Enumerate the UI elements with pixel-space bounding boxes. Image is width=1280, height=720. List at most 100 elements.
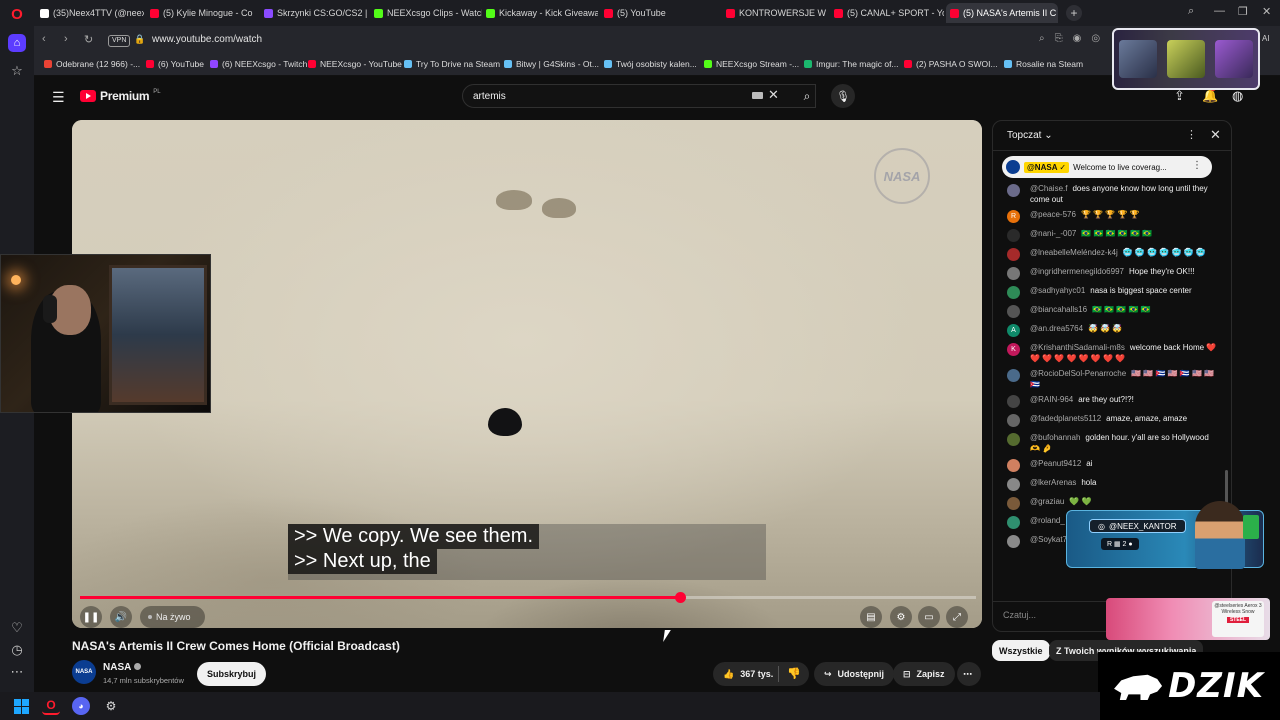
maximize-icon[interactable]: ❐	[1238, 5, 1248, 18]
subtitles-icon[interactable]: ▤	[860, 606, 882, 628]
heart-icon[interactable]: ♡	[8, 619, 26, 637]
chat-author[interactable]: @RocioDelSol-Penarroche	[1030, 369, 1126, 378]
ai-label[interactable]: AI	[1262, 34, 1270, 43]
keyboard-icon[interactable]	[752, 92, 763, 99]
channel-name[interactable]: NASA	[103, 662, 142, 673]
subscribe-button[interactable]: Subskrybuj	[197, 662, 267, 686]
avatar[interactable]: A	[1007, 324, 1020, 337]
like-count[interactable]: 367 tys.	[740, 669, 773, 679]
chat-message[interactable]: @fadedplanets5112 amaze, amaze, amaze	[993, 411, 1231, 430]
chat-author[interactable]: @graziau	[1030, 497, 1064, 506]
avatar[interactable]	[1007, 497, 1020, 510]
chat-message[interactable]: @ingridhermenegildo6997 Hope they're OK!!…	[993, 264, 1231, 283]
bookmark[interactable]: Odebrane (12 966) -...	[44, 59, 140, 69]
tab[interactable]: (5) Kylie Minogue - Co	[146, 3, 258, 23]
notifications-icon[interactable]: 🔔	[1202, 88, 1218, 104]
forward-icon[interactable]: ›	[64, 33, 68, 45]
fullscreen-icon[interactable]: ⤢	[946, 606, 968, 628]
tab[interactable]: (5) CANAL+ SPORT - You	[830, 3, 944, 23]
chat-message[interactable]: @lneabelleMeléndez-k4j 🥶 🥶 🥶 🥶 🥶 🥶 🥶	[993, 245, 1231, 264]
progress-bar[interactable]	[80, 592, 976, 603]
avatar[interactable]	[1007, 248, 1020, 261]
chat-author[interactable]: @roland_	[1030, 516, 1065, 525]
chat-message[interactable]: @biancahalls16 🇧🇷 🇧🇷 🇧🇷 🇧🇷 🇧🇷	[993, 302, 1231, 321]
chat-message[interactable]: @bufohannah golden hour. y'all are so Hol…	[993, 430, 1231, 456]
bookmark[interactable]: Bitwy | G4Skins - Ot...	[504, 59, 599, 69]
microphone-icon[interactable]: 🎙	[831, 84, 855, 108]
chat-author[interactable]: @an.drea5764	[1030, 324, 1083, 333]
chat-message[interactable]: @Peanut9412 ai	[993, 456, 1231, 475]
share-button[interactable]: ↪ Udostępnij	[814, 662, 895, 686]
tab[interactable]: Skrzynki CS:GO/CS2 | G4S	[260, 3, 370, 23]
windows-start-icon[interactable]	[12, 697, 30, 715]
chat-author[interactable]: @Chaise.f	[1030, 184, 1067, 193]
avatar[interactable]	[1007, 535, 1020, 548]
chat-author[interactable]: @Peanut9412	[1030, 459, 1081, 468]
avatar[interactable]	[1007, 459, 1020, 472]
avatar[interactable]: K	[1007, 343, 1020, 356]
avatar[interactable]	[1007, 369, 1020, 382]
chat-message[interactable]: @RocioDelSol-Penarroche 🇺🇸 🇺🇸 🇨🇺 🇺🇸 🇨🇺 🇺🇸…	[993, 366, 1231, 392]
chat-message[interactable]: @RAIN-964 are they out?!?!	[993, 392, 1231, 411]
youtube-logo[interactable]: Premium PL	[80, 89, 161, 103]
filter-chip-all[interactable]: Wszystkie	[992, 640, 1050, 661]
chat-author[interactable]: @peace-576	[1030, 210, 1076, 219]
chat-author[interactable]: @lkerArenas	[1030, 478, 1076, 487]
tab[interactable]: NEEXcsgo Clips - Watch L	[370, 3, 482, 23]
search-button[interactable]: ⌕	[792, 84, 822, 108]
bookmark[interactable]: NEEXcsgo - YouTube	[308, 59, 402, 69]
close-window-icon[interactable]: ✕	[1262, 5, 1271, 18]
more-actions-button[interactable]: ⋯	[957, 662, 981, 686]
bookmark[interactable]: NEEXcsgo Stream -...	[704, 59, 799, 69]
live-badge[interactable]: Na żywo	[140, 606, 205, 628]
chat-message[interactable]: @nani-_-007 🇧🇷 🇧🇷 🇧🇷 🇧🇷 🇧🇷 🇧🇷	[993, 226, 1231, 245]
chat-message[interactable]: @lkerArenas hola	[993, 475, 1231, 494]
chat-author[interactable]: @nani-_-007	[1030, 229, 1076, 238]
chat-author[interactable]: @sadhyahyc01	[1030, 286, 1085, 295]
new-tab-button[interactable]: +	[1066, 5, 1082, 21]
clear-search-icon[interactable]: ✕	[768, 87, 779, 103]
reload-icon[interactable]: ↻	[84, 33, 93, 46]
chat-message[interactable]: K @KrishanthiSadamali-m8s welcome back Hom…	[993, 340, 1231, 366]
tab[interactable]: KONTROWERSJE W KOŃC	[722, 3, 828, 23]
vpn-badge[interactable]: VPN	[108, 35, 131, 47]
tab[interactable]: Kickaway - Kick Giveaway	[482, 3, 598, 23]
chat-message[interactable]: R @peace-576 🏆 🏆 🏆 🏆 🏆	[993, 207, 1231, 226]
like-icon[interactable]: 👍	[723, 669, 734, 680]
avatar[interactable]	[1007, 286, 1020, 299]
avatar[interactable]: R	[1007, 210, 1020, 223]
avatar[interactable]	[1007, 433, 1020, 446]
home-icon[interactable]: ⌂	[8, 34, 26, 52]
history-icon[interactable]: ◷	[8, 641, 26, 659]
shield-icon[interactable]: ◎	[1091, 33, 1100, 44]
bookmark[interactable]: Imgur: The magic of...	[804, 59, 899, 69]
bookmark[interactable]: (6) YouTube	[146, 59, 204, 69]
tab[interactable]: (35)Neex4TTV (@neex4tt	[36, 3, 144, 23]
chat-mode-select[interactable]: Topczat ⌄	[1007, 130, 1053, 141]
minimize-icon[interactable]: —	[1214, 5, 1225, 17]
avatar[interactable]	[1007, 414, 1020, 427]
avatar[interactable]	[1007, 267, 1020, 280]
chat-message[interactable]: @sadhyahyc01 nasa is biggest space center	[993, 283, 1231, 302]
tab[interactable]: (5) YouTube	[600, 3, 720, 23]
theater-mode-icon[interactable]: ▭	[918, 606, 940, 628]
search-tabs-icon[interactable]: ⌕	[1188, 5, 1194, 18]
pause-icon[interactable]: ❚❚	[80, 606, 102, 628]
avatar[interactable]	[1007, 516, 1020, 529]
volume-icon[interactable]: 🔊	[110, 606, 132, 628]
avatar[interactable]: ◍	[1232, 88, 1243, 104]
pinned-message[interactable]: @NASA ✓ Welcome to live coverag... ⋮	[1002, 156, 1212, 178]
avatar[interactable]	[1007, 305, 1020, 318]
avatar[interactable]	[1007, 478, 1020, 491]
more-icon[interactable]: ⋯	[8, 663, 26, 681]
menu-icon[interactable]: ☰	[52, 89, 65, 106]
opera-icon[interactable]: O	[42, 697, 60, 715]
chat-author[interactable]: @biancahalls16	[1030, 305, 1087, 314]
more-icon[interactable]: ⋮	[1192, 160, 1202, 171]
upload-icon[interactable]: ⇪	[1174, 88, 1185, 104]
bookmark[interactable]: (2) PASHA O SWOI...	[904, 59, 998, 69]
avatar[interactable]	[1007, 184, 1020, 197]
chat-author[interactable]: @bufohannah	[1030, 433, 1080, 442]
camera-icon[interactable]: ◉	[1073, 33, 1082, 44]
app-icon[interactable]: ⚙	[102, 697, 120, 715]
